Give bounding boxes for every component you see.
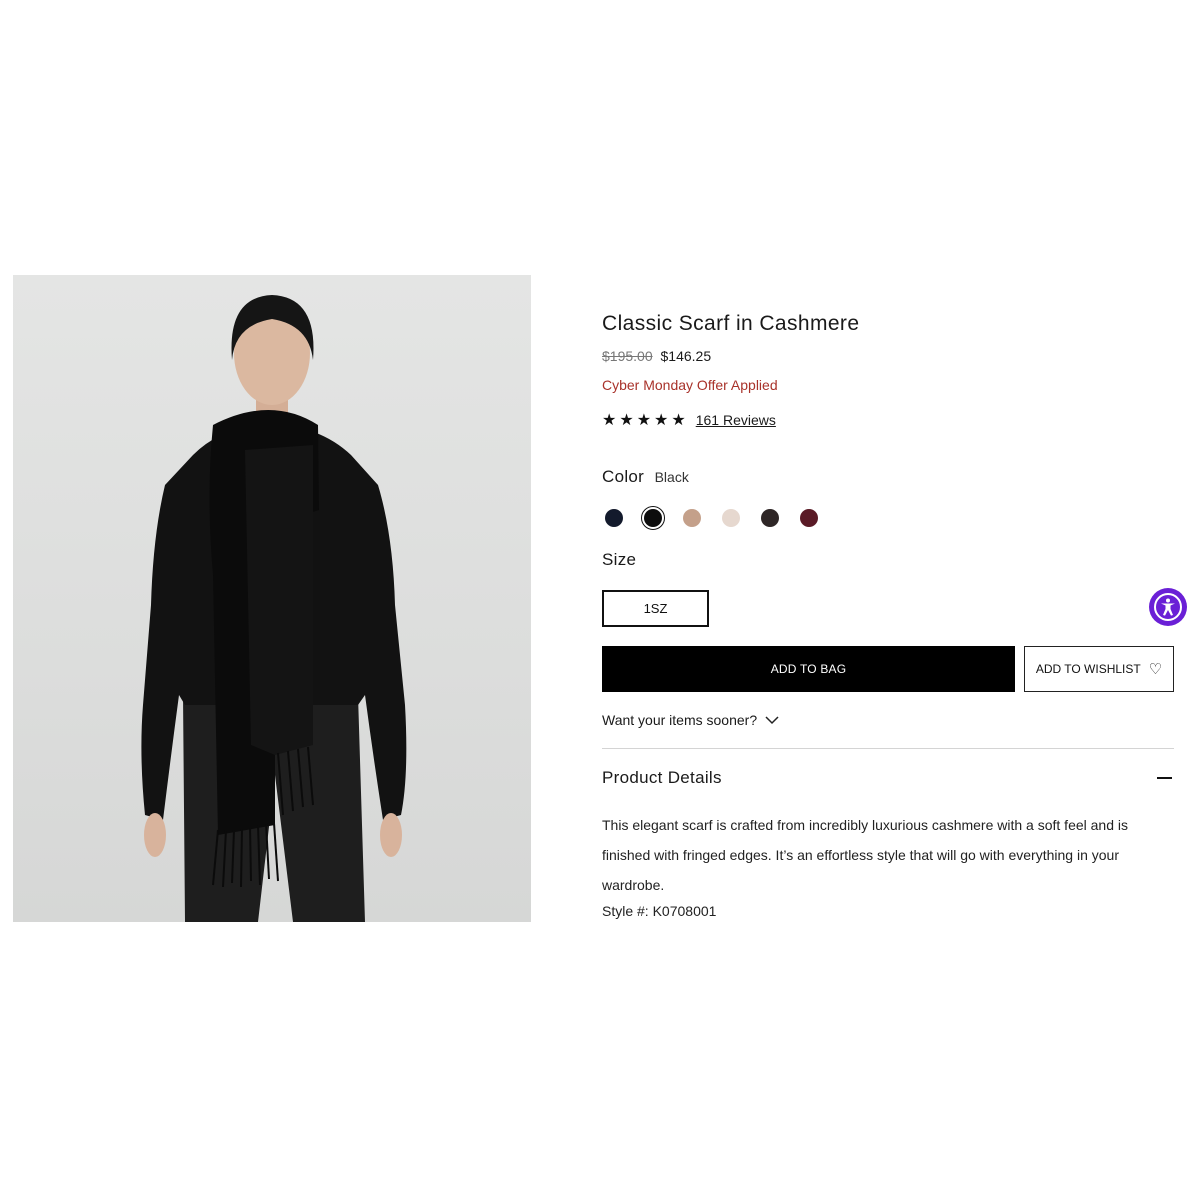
chevron-down-icon xyxy=(765,715,779,724)
selected-color: Black xyxy=(654,469,689,485)
size-option-button[interactable]: 1SZ xyxy=(602,590,709,627)
sooner-label: Want your items sooner? xyxy=(602,712,758,728)
product-description: This elegant scarf is crafted from incre… xyxy=(602,817,1129,893)
swatch-fill xyxy=(800,509,818,527)
price: $195.00 $146.25 xyxy=(602,348,711,364)
style-number: Style #: K0708001 xyxy=(602,903,716,919)
color-swatch-cream[interactable] xyxy=(719,506,743,530)
original-price: $195.00 xyxy=(602,348,653,364)
add-to-bag-button[interactable]: ADD TO BAG xyxy=(602,646,1015,692)
style-value: K0708001 xyxy=(652,903,717,919)
reviews-link[interactable]: 161 Reviews xyxy=(696,412,776,428)
divider xyxy=(602,748,1174,749)
accessibility-button[interactable] xyxy=(1149,588,1187,626)
color-swatches xyxy=(602,506,836,530)
add-to-wishlist-button[interactable]: ADD TO WISHLIST ♡ xyxy=(1024,646,1174,692)
product-details-heading: Product Details xyxy=(602,768,722,787)
model-photo xyxy=(141,295,407,922)
product-image[interactable] xyxy=(13,275,531,922)
swatch-fill xyxy=(761,509,779,527)
sale-price: $146.25 xyxy=(660,348,712,364)
color-label: Color xyxy=(602,467,645,486)
color-swatch-burgundy[interactable] xyxy=(797,506,821,530)
delivery-options-toggle[interactable]: Want your items sooner? xyxy=(602,712,779,728)
offer-text: Cyber Monday Offer Applied xyxy=(602,377,778,393)
style-label: Style #: xyxy=(602,903,649,919)
wishlist-label: ADD TO WISHLIST xyxy=(1035,662,1141,676)
swatch-fill xyxy=(683,509,701,527)
color-swatch-navy[interactable] xyxy=(602,506,626,530)
star-rating-icon: ★★★★★ xyxy=(602,412,689,429)
collapse-minus-icon[interactable] xyxy=(1157,768,1173,788)
accessibility-icon xyxy=(1154,593,1182,621)
heart-icon: ♡ xyxy=(1148,661,1163,678)
color-swatch-camel[interactable] xyxy=(680,506,704,530)
swatch-fill xyxy=(644,509,662,527)
swatch-fill xyxy=(722,509,740,527)
product-title: Classic Scarf in Cashmere xyxy=(602,312,860,335)
swatch-fill xyxy=(605,509,623,527)
rating: ★★★★★ 161 Reviews xyxy=(602,410,776,430)
color-swatch-black[interactable] xyxy=(641,506,665,530)
size-label: Size xyxy=(602,550,637,569)
color-selector-label: Color Black xyxy=(602,467,689,487)
color-swatch-charcoal[interactable] xyxy=(758,506,782,530)
